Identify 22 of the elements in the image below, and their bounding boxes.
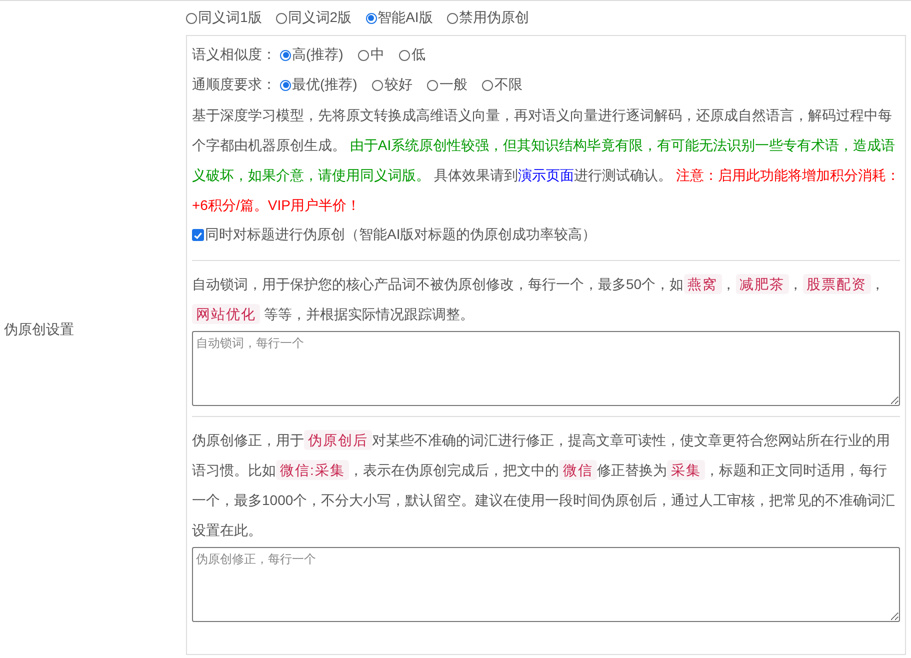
demo-page-link[interactable]: 演示页面 xyxy=(518,167,574,183)
fluency-label: 通顺度要求： xyxy=(192,76,276,94)
fluency-radio[interactable]: 最优(推荐) xyxy=(280,76,358,94)
fluency-radio[interactable]: 较好 xyxy=(372,76,412,94)
corrections-field[interactable]: 伪原创修正，每行一个 xyxy=(192,547,900,622)
description-text: 基于深度学习模型，先将原文转换成高维语义向量，再对语义向量进行逐词解码，还原成自然语言，解码过程中每个字都由机器原创生成。 由于AI系统原创性较强，但其知识结构毕竟有限，有可能无法识别一些专有术语，造成语义破坏，如果介意，请使用同义词版。 具体效果请到演示页面进行测试确认。 注意：启用此功能将增加积分消耗：+6积分/篇。VIP用户半价！ xyxy=(192,106,900,215)
mode-radio[interactable]: 同义词1版 xyxy=(186,9,262,27)
fluency-radio[interactable]: 不限 xyxy=(482,76,522,94)
corrections-description: 伪原创修正，用于 伪原创后 对某些不准确的词汇进行修正，提高文章可读性，使文章更符合您网站所在行业的用语习惯。比如 微信:采集 ，表示在伪原创完成后，把文中的 微信 修正替换为 采集 ，标题和正文同时适用，每行一个，最多1000个，不分大小写，默认留空。建议在使用一段时间伪原创后，通过人工审核，把常见的不准确词汇设置在此。 xyxy=(192,429,896,540)
setting-label: 伪原创设置 xyxy=(4,320,74,338)
mode-radio[interactable]: 禁用伪原创 xyxy=(446,9,529,27)
similarity-radio[interactable]: 中 xyxy=(358,46,384,64)
mode-radio[interactable]: 同义词2版 xyxy=(276,9,352,27)
mode-radio[interactable]: 智能AI版 xyxy=(366,9,433,27)
fluency-radio[interactable]: 一般 xyxy=(427,76,468,94)
lock-words-field[interactable]: 自动锁词，每行一个 xyxy=(192,331,900,406)
similarity-radio[interactable]: 低 xyxy=(399,46,426,64)
checkmark-icon xyxy=(193,230,203,240)
title-checkbox[interactable]: 同时对标题进行伪原创（智能AI版对标题的伪原创成功率较高） xyxy=(192,220,900,250)
similarity-label: 语义相似度： xyxy=(192,46,276,64)
similarity-radio[interactable]: 高(推荐) xyxy=(280,46,344,64)
lock-words-description: 自动锁词，用于保护您的核心产品词不被伪原创修改，每行一个，最多50个，如 燕窝 ， 减肥茶 ， 股票配资 ， 网站优化 等等，并根据实际情况跟踪调整。 xyxy=(192,273,886,326)
